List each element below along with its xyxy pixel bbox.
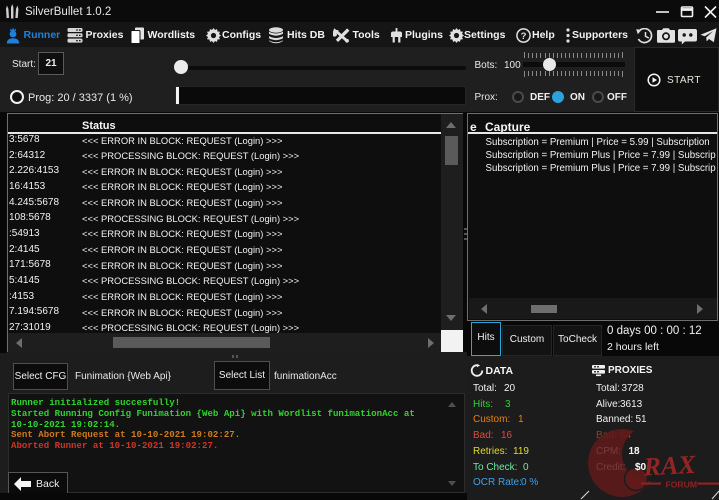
svg-text:RAX: RAX — [642, 450, 697, 482]
svg-text:?: ? — [521, 31, 527, 42]
svg-text:FORUM: FORUM — [666, 480, 698, 490]
